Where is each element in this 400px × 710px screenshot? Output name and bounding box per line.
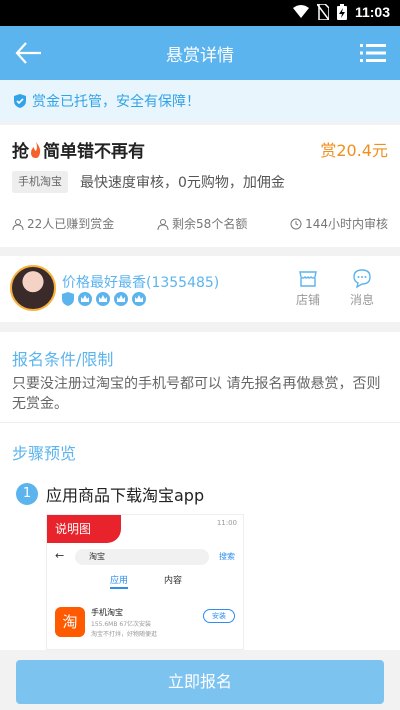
users-icon (12, 218, 24, 230)
stat-earned-text: 22人已赚到赏金 (27, 217, 115, 231)
preview-back-icon: ← (55, 549, 65, 562)
preview-install-button: 安装 (203, 609, 235, 623)
preview-app-meta: 155.6MB 67亿次安装 (91, 621, 152, 628)
stat-earned: 22人已赚到赏金 (12, 215, 114, 232)
details-card: 报名条件/限制 只要没注册过淘宝的手机号都可以 请先报名再做悬赏，否则无赏金。 … (0, 332, 400, 650)
battery-icon (336, 4, 347, 20)
preview-tabs: 应用 内容 (47, 573, 243, 595)
conditions-title: 报名条件/限制 (12, 350, 114, 369)
stat-remaining-text: 剩余58个名额 (172, 217, 248, 231)
taobao-logo-icon: 淘 (55, 607, 85, 637)
preview-ribbon: 说明图 (47, 515, 121, 543)
stat-review-time: 144小时内审核 (290, 215, 388, 232)
task-title-text: 简单错不再有 (43, 142, 145, 162)
status-bar: 11:03 (0, 0, 400, 26)
message-label: 消息 (349, 293, 374, 307)
publisher-name: 价格最好最香(1355485) (62, 275, 220, 291)
message-button[interactable]: 消息 (342, 268, 382, 308)
clock-time: 11:03 (354, 4, 390, 20)
crown-badge-icon (132, 292, 146, 306)
shield-check-icon (14, 94, 26, 108)
conditions-text: 只要没注册过淘宝的手机号都可以 请先报名再做悬赏，否则无赏金。 (12, 376, 381, 412)
notice-text: 赏金已托管，安全有保障！ (32, 94, 200, 110)
stat-review-time-text: 144小时内审核 (305, 217, 388, 231)
preview-time: 11:00 (216, 519, 237, 527)
nav-bar: 悬赏详情 (0, 26, 400, 80)
person-icon (157, 218, 169, 230)
stat-remaining: 剩余58个名额 (157, 215, 247, 232)
clock-icon (290, 218, 302, 229)
task-title: 抢简单错不再有 (12, 137, 145, 162)
publisher-card: 价格最好最香(1355485) 店铺 消息 (0, 256, 400, 322)
step-item: 1 应用商品下载淘宝app (16, 482, 204, 506)
crown-badge-icon (96, 292, 110, 306)
shield-badge-icon (62, 292, 74, 306)
no-sim-icon (316, 4, 329, 20)
avatar[interactable] (10, 265, 56, 311)
shop-icon (299, 271, 317, 287)
signup-button[interactable]: 立即报名 (16, 660, 384, 704)
publisher-badges (62, 292, 146, 306)
wifi-icon (292, 5, 309, 18)
task-stats: 22人已赚到赏金 剩余58个名额 144小时内审核 (12, 215, 388, 232)
preview-app-name: 手机淘宝 (91, 608, 123, 617)
reward-amount: 赏20.4元 (320, 141, 388, 160)
preview-search-field: 淘宝 (75, 549, 209, 565)
task-title-prefix: 抢 (12, 142, 29, 162)
chat-bubble-icon (353, 269, 371, 289)
escrow-notice: 赏金已托管，安全有保障！ (0, 80, 400, 122)
task-card: 抢简单错不再有 赏20.4元 手机淘宝 最快速度审核，0元购物，加佣金 22人已… (0, 125, 400, 247)
shop-button[interactable]: 店铺 (288, 268, 328, 308)
step-preview-image[interactable]: 说明图 11:00 ← 淘宝 搜索 应用 内容 淘 手机淘宝 155.6MB 6… (46, 514, 244, 650)
page-title: 悬赏详情 (166, 46, 234, 66)
step-label: 应用商品下载淘宝app (46, 486, 205, 505)
list-menu-icon[interactable] (360, 42, 386, 64)
steps-title: 步骤预览 (12, 444, 77, 463)
preview-app-desc: 淘宝不打烊，好物随便逛 (91, 631, 158, 638)
preview-tab-content: 内容 (164, 576, 183, 586)
app-tag: 手机淘宝 (12, 171, 68, 193)
divider (0, 422, 400, 423)
crown-badge-icon (78, 292, 92, 306)
step-number: 1 (16, 483, 38, 505)
fire-icon (31, 142, 41, 158)
preview-tab-apps: 应用 (109, 573, 128, 589)
crown-badge-icon (114, 292, 128, 306)
preview-search-button: 搜索 (219, 552, 235, 561)
shop-label: 店铺 (295, 293, 320, 307)
task-description: 最快速度审核，0元购物，加佣金 (80, 175, 285, 191)
